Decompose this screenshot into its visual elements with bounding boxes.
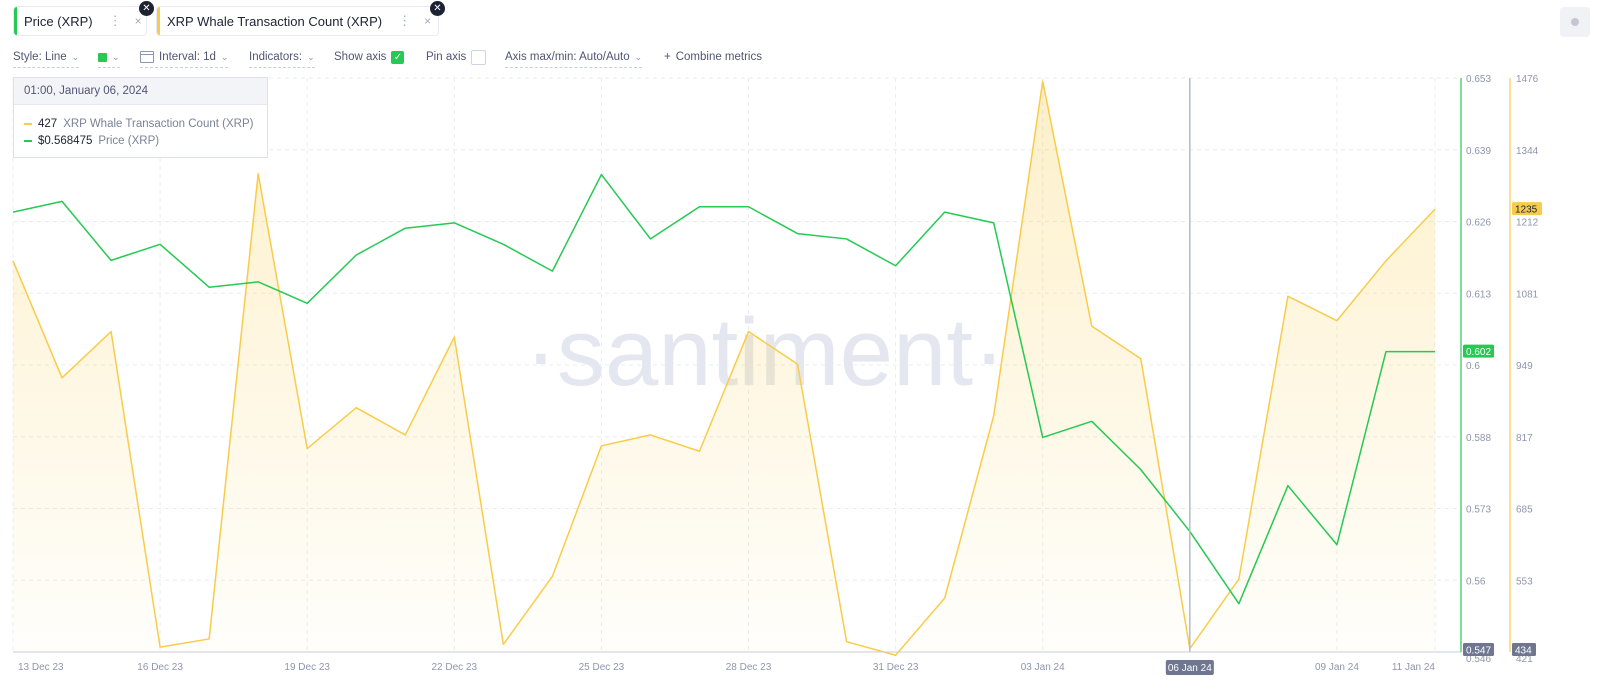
y-left-tick-label: 0.588 (1466, 433, 1491, 444)
y-left-tick-label: 0.613 (1466, 289, 1491, 300)
y-right-tick-label: 1476 (1516, 74, 1539, 85)
y-right-tick-label: 949 (1516, 361, 1533, 372)
whale-last-value-badge: 1235 (1515, 205, 1538, 216)
x-highlight-label: 06 Jan 24 (1168, 663, 1212, 674)
x-tick-label: 25 Dec 23 (579, 662, 625, 673)
y-left-tick-label: 0.6 (1466, 361, 1480, 372)
x-tick-label: 13 Dec 23 (18, 662, 64, 673)
tooltip-row-price: $0.568475 Price (XRP) (24, 135, 159, 147)
y-right-tick-label: 553 (1516, 576, 1533, 587)
y-left-tick-label: 0.639 (1466, 146, 1491, 157)
x-tick-label: 19 Dec 23 (284, 662, 330, 673)
whale-crosshair-value-badge: 434 (1515, 646, 1532, 657)
x-tick-label: 09 Jan 24 (1315, 662, 1359, 673)
x-tick-label: 11 Jan 24 (1392, 662, 1436, 673)
x-tick-label: 28 Dec 23 (726, 662, 772, 673)
hover-tooltip: 01:00, January 06, 2024 427 XRP Whale Tr… (13, 77, 268, 158)
tooltip-value: 427 (38, 118, 58, 130)
x-tick-label: 22 Dec 23 (432, 662, 478, 673)
y-right-tick-label: 1344 (1516, 146, 1539, 157)
series-color-dash (24, 140, 32, 142)
y-right-tick-label: 1081 (1516, 289, 1539, 300)
y-left-tick-label: 0.573 (1466, 505, 1491, 516)
series-color-dash (24, 123, 32, 125)
tooltip-value: $0.568475 (38, 135, 93, 147)
price-crosshair-value-badge: 0.547 (1466, 646, 1491, 657)
y-right-tick-label: 817 (1516, 433, 1533, 444)
x-tick-label: 03 Jan 24 (1021, 662, 1065, 673)
price-last-value-badge: 0.602 (1466, 347, 1491, 358)
tooltip-series-name: Price (XRP) (98, 135, 160, 147)
y-left-tick-label: 0.653 (1466, 74, 1491, 85)
tooltip-row-whale: 427 XRP Whale Transaction Count (XRP) (24, 118, 253, 130)
tooltip-series-name: XRP Whale Transaction Count (XRP) (63, 118, 254, 130)
y-left-tick-label: 0.56 (1466, 576, 1486, 587)
y-right-tick-label: 685 (1516, 505, 1533, 516)
x-tick-label: 31 Dec 23 (873, 662, 919, 673)
tooltip-date: 01:00, January 06, 2024 (14, 78, 267, 105)
x-tick-label: 16 Dec 23 (137, 662, 183, 673)
y-right-tick-label: 1212 (1516, 218, 1539, 229)
y-left-tick-label: 0.626 (1466, 218, 1491, 229)
